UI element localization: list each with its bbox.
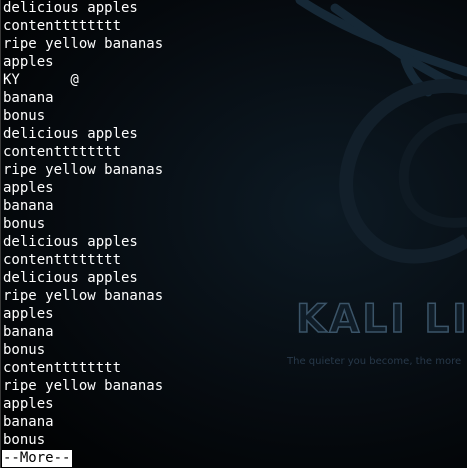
output-line: contentttttttt: [3, 360, 122, 376]
output-line: delicious apples: [3, 234, 138, 250]
output-line: delicious apples: [3, 0, 138, 16]
window-left-edge: [0, 0, 1, 468]
output-line: apples: [3, 306, 54, 322]
terminal-window[interactable]: KALI LI The quieter you become, the more…: [0, 0, 467, 468]
output-line: banana: [3, 90, 54, 106]
output-line: ripe yellow bananas: [3, 378, 164, 394]
output-line: delicious apples: [3, 270, 138, 286]
output-line: contentttttttt: [3, 144, 122, 160]
output-line: apples: [3, 180, 54, 196]
output-line: delicious apples: [3, 126, 138, 142]
output-line: KY @: [3, 72, 79, 88]
kali-tagline: The quieter you become, the more: [287, 356, 462, 367]
kali-logo-text: KALI LI: [295, 296, 467, 343]
terminal-output: delicious apples contentttttttt ripe yel…: [3, 0, 163, 449]
output-line: banana: [3, 414, 54, 430]
output-line: ripe yellow bananas: [3, 36, 164, 52]
output-line: bonus: [3, 432, 46, 448]
output-line: banana: [3, 324, 54, 340]
output-line: bonus: [3, 342, 46, 358]
output-line: bonus: [3, 216, 46, 232]
output-line: banana: [3, 198, 54, 214]
output-line: ripe yellow bananas: [3, 288, 164, 304]
pager-more-prompt[interactable]: --More--: [2, 450, 73, 467]
output-line: apples: [3, 54, 54, 70]
output-line: contentttttttt: [3, 252, 122, 268]
output-line: bonus: [3, 108, 46, 124]
output-line: contentttttttt: [3, 18, 122, 34]
output-line: apples: [3, 396, 54, 412]
output-line: ripe yellow bananas: [3, 162, 164, 178]
